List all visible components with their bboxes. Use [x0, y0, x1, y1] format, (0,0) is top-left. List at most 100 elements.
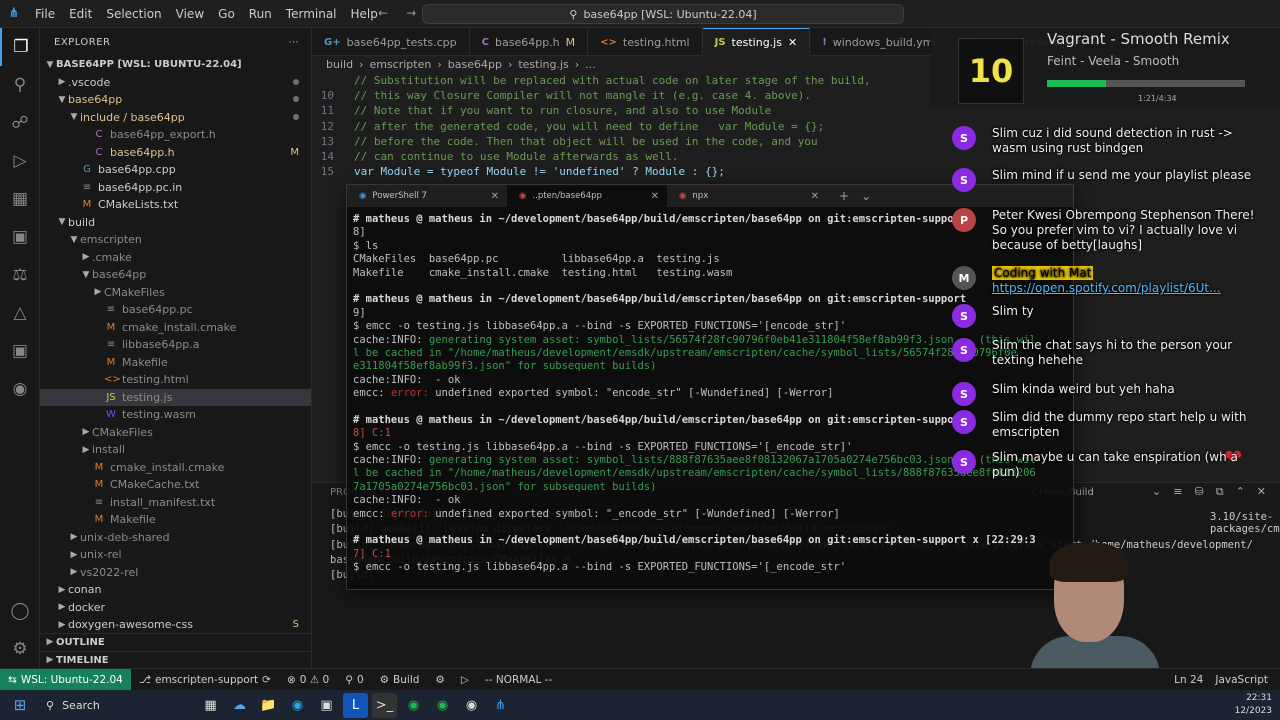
- remote-explorer-icon[interactable]: ▣: [0, 218, 40, 256]
- run-button[interactable]: ▷: [453, 674, 477, 686]
- code-editor[interactable]: // Substitution will be replaced with ac…: [312, 73, 932, 183]
- breadcrumb-item[interactable]: base64pp: [448, 58, 502, 71]
- menu-item[interactable]: Edit: [62, 0, 99, 28]
- github-icon[interactable]: ◉: [0, 370, 40, 408]
- folder-item[interactable]: ▼ base64pp: [40, 91, 311, 109]
- search-icon[interactable]: ⚲: [0, 66, 40, 104]
- list-icon[interactable]: ≡: [1173, 485, 1182, 499]
- spotify-app-icon[interactable]: ◉: [401, 693, 426, 718]
- menu-item[interactable]: File: [28, 0, 62, 28]
- file-item[interactable]: <> testing.html: [40, 371, 311, 389]
- new-tab-icon[interactable]: +: [839, 189, 849, 203]
- copy-icon[interactable]: ⧉: [1216, 485, 1224, 499]
- breadcrumb-item[interactable]: build: [326, 58, 353, 71]
- vscode-app-icon[interactable]: ⋔: [488, 693, 513, 718]
- source-control-icon[interactable]: ☍: [0, 104, 40, 142]
- breadcrumb-item[interactable]: emscripten: [369, 58, 431, 71]
- editor-tab[interactable]: Cbase64pp.h M: [470, 28, 589, 56]
- workspace-root[interactable]: ▼ BASE64PP [WSL: UBUNTU-22.04]: [40, 56, 311, 74]
- ports-indicator[interactable]: ⚲ 0: [337, 674, 371, 686]
- file-item[interactable]: M Makefile: [40, 354, 311, 372]
- editor-tab[interactable]: ! windows_build.yml: [810, 28, 950, 56]
- editor-tab[interactable]: <> testing.html: [588, 28, 703, 56]
- system-tray-clock[interactable]: 22:31 12/2023: [1235, 692, 1272, 718]
- close-icon[interactable]: ✕: [651, 191, 659, 202]
- file-item[interactable]: M CMakeLists.txt: [40, 196, 311, 214]
- folder-item[interactable]: ▶ docker: [40, 599, 311, 617]
- timeline-section[interactable]: ▶ TIMELINE: [40, 651, 311, 668]
- terminal-tab[interactable]: ◉ npx ✕: [667, 185, 827, 207]
- folder-item[interactable]: ▼ emscripten: [40, 231, 311, 249]
- folder-item[interactable]: ▶ unix-rel: [40, 546, 311, 564]
- build-button[interactable]: ⚙ Build: [372, 674, 428, 686]
- folder-item[interactable]: ▼ include / base64pp: [40, 109, 311, 127]
- folder-item[interactable]: ▶ .vscode: [40, 74, 311, 92]
- chat-message-text[interactable]: https://open.spotify.com/playlist/6Ut...: [992, 281, 1221, 295]
- command-center[interactable]: ⚲ base64pp [WSL: Ubuntu-22.04]: [422, 4, 904, 24]
- file-explorer-icon[interactable]: 📁: [256, 693, 281, 718]
- breadcrumb-item[interactable]: ...: [585, 58, 596, 71]
- file-item[interactable]: ≡ base64pp.pc.in: [40, 179, 311, 197]
- problems-indicator[interactable]: ⊗ 0 ⚠ 0: [279, 674, 337, 686]
- docker-icon[interactable]: ▣: [0, 332, 40, 370]
- terminal-tab[interactable]: ◉ PowerShell 7 ✕: [347, 185, 507, 207]
- menu-item[interactable]: Run: [242, 0, 279, 28]
- folder-item[interactable]: ▶ conan: [40, 581, 311, 599]
- edge-browser-icon[interactable]: ◉: [285, 693, 310, 718]
- folder-item[interactable]: ▶ doxygen-awesome-css S: [40, 616, 311, 634]
- cursor-position[interactable]: Ln 24: [1174, 674, 1203, 686]
- folder-item[interactable]: ▶ CMakeFiles: [40, 284, 311, 302]
- run-debug-icon[interactable]: ▷: [0, 142, 40, 180]
- close-icon[interactable]: ✕: [788, 36, 797, 49]
- debug-button[interactable]: ⚙: [427, 674, 452, 686]
- menu-item[interactable]: Go: [211, 0, 242, 28]
- account-icon[interactable]: ◯: [0, 592, 40, 630]
- menu-item[interactable]: Selection: [99, 0, 168, 28]
- file-item[interactable]: JS testing.js: [40, 388, 311, 406]
- file-item[interactable]: Mcmake_install.cmake: [40, 319, 311, 337]
- file-item[interactable]: ≡ base64pp.pc: [40, 301, 311, 319]
- app-l-icon[interactable]: L: [343, 692, 368, 718]
- settings-gear-icon[interactable]: ⚙: [0, 630, 40, 668]
- file-item[interactable]: M Makefile: [40, 511, 311, 529]
- cmake-icon[interactable]: △: [0, 294, 40, 332]
- file-item[interactable]: ≡ install_manifest.txt: [40, 494, 311, 512]
- back-arrow-icon[interactable]: ←: [378, 6, 388, 20]
- file-item[interactable]: Wtesting.wasm: [40, 406, 311, 424]
- folder-item[interactable]: ▼ build: [40, 214, 311, 232]
- folder-item[interactable]: ▶ unix-deb-shared: [40, 529, 311, 547]
- close-icon[interactable]: ✕: [1257, 485, 1266, 499]
- branch-indicator[interactable]: ⎇ emscripten-support ⟳: [131, 674, 279, 686]
- editor-tab[interactable]: G+ base64pp_tests.cpp: [312, 28, 470, 56]
- whatsapp-icon[interactable]: ◉: [430, 693, 455, 718]
- menu-item[interactable]: View: [169, 0, 211, 28]
- folder-item[interactable]: ▶ .cmake: [40, 249, 311, 267]
- lock-icon[interactable]: ⛁: [1194, 485, 1203, 499]
- folder-item[interactable]: ▶ vs2022-rel: [40, 564, 311, 582]
- store-icon[interactable]: ▣: [314, 693, 339, 718]
- testing-icon[interactable]: ⚖: [0, 256, 40, 294]
- chevron-down-icon[interactable]: ⌄: [861, 189, 871, 203]
- folder-item[interactable]: ▶ CMakeFiles: [40, 424, 311, 442]
- folder-item[interactable]: ▶ install: [40, 441, 311, 459]
- chevron-down-icon[interactable]: ⌄: [1152, 485, 1161, 499]
- file-item[interactable]: Cbase64pp_export.h: [40, 126, 311, 144]
- taskbar-search[interactable]: ⚲ Search: [40, 694, 180, 716]
- explorer-icon[interactable]: ❐: [0, 28, 40, 66]
- forward-arrow-icon[interactable]: →: [406, 6, 416, 20]
- terminal-tab[interactable]: ◉ ..pten/base64pp ✕: [507, 185, 667, 207]
- file-item[interactable]: Mcmake_install.cmake: [40, 459, 311, 477]
- windows-start-icon[interactable]: ⊞: [0, 696, 40, 714]
- editor-tab[interactable]: JS testing.js ✕: [702, 28, 811, 56]
- widgets-icon[interactable]: ☁: [227, 693, 252, 718]
- more-actions-icon[interactable]: ⋯: [289, 37, 300, 48]
- extensions-icon[interactable]: ▦: [0, 180, 40, 218]
- breadcrumb-item[interactable]: testing.js: [518, 58, 568, 71]
- close-icon[interactable]: ✕: [811, 191, 819, 202]
- menu-item[interactable]: Terminal: [279, 0, 344, 28]
- file-item[interactable]: M CMakeCache.txt: [40, 476, 311, 494]
- file-item[interactable]: Cbase64pp.h M: [40, 144, 311, 162]
- remote-indicator[interactable]: ⇆ WSL: Ubuntu-22.04: [0, 668, 131, 691]
- file-item[interactable]: ≡ libbase64pp.a: [40, 336, 311, 354]
- github-desktop-icon[interactable]: ◉: [459, 693, 484, 718]
